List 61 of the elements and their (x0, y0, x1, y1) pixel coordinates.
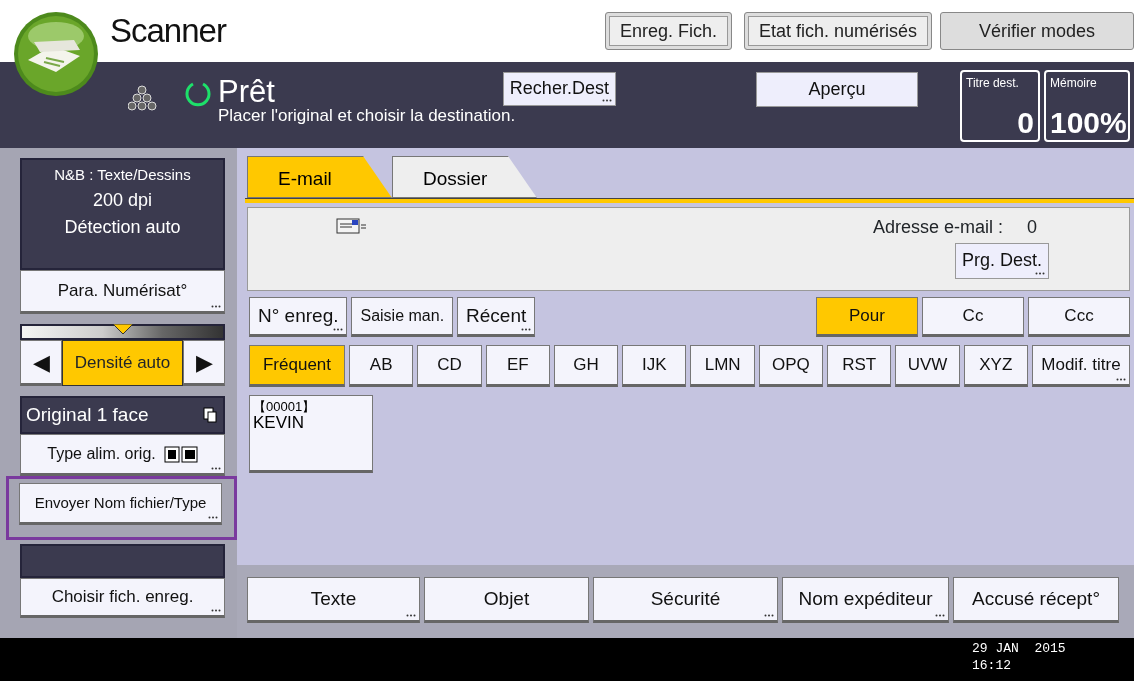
feed-type-button[interactable]: Type alim. orig. (20, 434, 225, 476)
left-arrow-button[interactable]: ◀ (20, 340, 62, 386)
status-ring-icon (184, 80, 212, 108)
index-tab[interactable]: CD (417, 345, 482, 387)
destination-name: KEVIN (253, 414, 306, 433)
entry-button[interactable]: Saisie man. (351, 297, 454, 337)
settings-summary-line: 200 dpi (91, 188, 154, 212)
index-tab[interactable]: RST (827, 345, 892, 387)
address-label: Adresse e-mail : (872, 216, 1003, 239)
index-tab[interactable]: LMN (690, 345, 755, 387)
option-button[interactable]: Texte (247, 577, 420, 623)
option-button[interactable]: Nom expéditeur (782, 577, 949, 623)
status-message: Placer l'original et choisir la destination. (218, 105, 517, 127)
edit-title-button[interactable]: Modif. titre (1031, 345, 1130, 387)
index-tab[interactable]: Fréquent (249, 345, 345, 387)
counter-label: Titre dest. (966, 75, 1020, 92)
density-label: Densité auto (62, 340, 183, 386)
header-button[interactable]: Etat fich. numérisés (743, 12, 932, 50)
tab[interactable]: Dossier (392, 156, 537, 198)
recipient-type-button[interactable]: Pour (816, 297, 918, 337)
index-tab[interactable]: AB (349, 345, 414, 387)
index-tab[interactable]: XYZ (963, 345, 1028, 387)
clock-date: 29 JAN 2015 (972, 641, 1067, 658)
search-destination-button[interactable]: Recher.Dest (502, 72, 616, 106)
entry-button[interactable]: Récent (457, 297, 536, 337)
option-button[interactable]: Accusé récept° (953, 577, 1119, 623)
destination-number: 【00001】 (253, 400, 317, 415)
recipient-type-button[interactable]: Cc (922, 297, 1024, 337)
index-tab[interactable]: EF (485, 345, 550, 387)
tab[interactable]: E-mail (247, 156, 392, 198)
option-button[interactable]: Sécurité (593, 577, 778, 623)
window-title: Scanner (110, 11, 226, 52)
settings-summary-line: Détection auto (63, 215, 182, 239)
index-tab[interactable]: GH (553, 345, 619, 387)
pages-icon (203, 407, 217, 423)
counter-label: Mémoire (1050, 75, 1098, 92)
counter-value: 100% (1050, 108, 1124, 138)
header-button[interactable]: Vérifier modes (940, 12, 1134, 50)
index-tab[interactable]: IJK (622, 345, 687, 387)
status-text: Prêt (218, 76, 275, 107)
right-arrow-button[interactable]: ▶ (183, 340, 225, 386)
original-label: Original 1 face (26, 402, 149, 427)
counter-value: 0 (1016, 108, 1034, 138)
dots-icon (128, 84, 158, 112)
option-button[interactable]: Objet (424, 577, 589, 623)
index-tab[interactable]: OPQ (758, 345, 824, 387)
preview-button[interactable]: Aperçu (755, 72, 918, 107)
header-button[interactable]: Enreg. Fich. (604, 12, 732, 50)
scan-settings-button[interactable]: Para. Numérisat° (20, 270, 225, 314)
index-tab[interactable]: UVW (895, 345, 960, 387)
address-count: 0 (1027, 216, 1037, 239)
store-file-button[interactable]: Choisir fich. enreg. (20, 578, 225, 618)
clock-time: 16:12 (972, 657, 1012, 675)
destination-entry[interactable]: 【00001】 KEVIN (249, 395, 373, 473)
feed-pages-icon (163, 445, 198, 463)
entry-button[interactable]: N° enreg. (249, 297, 348, 337)
settings-summary-line: N&B : Texte/Dessins (53, 165, 192, 185)
program-destination-button[interactable]: Prg. Dest. (954, 243, 1049, 279)
file-name-button[interactable]: Envoyer Nom fichier/Type (19, 483, 222, 525)
recipient-type-button[interactable]: Ccc (1028, 297, 1130, 337)
envelope-icon (336, 216, 368, 236)
